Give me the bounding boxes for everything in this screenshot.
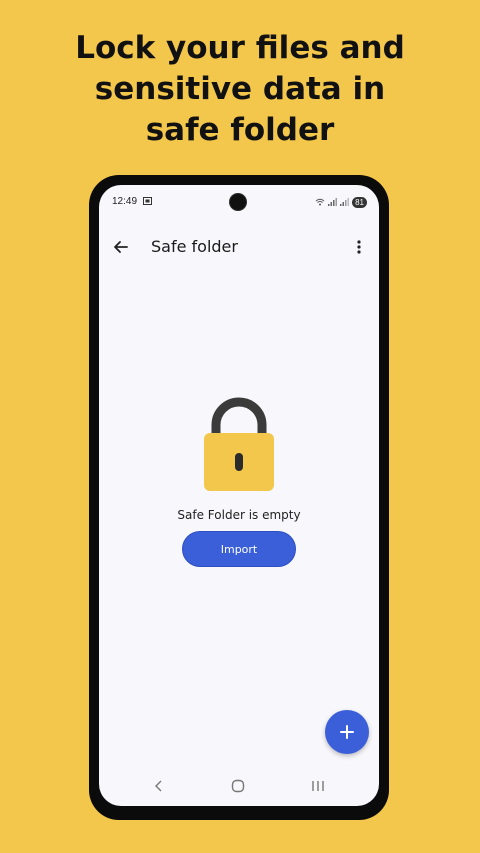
back-arrow-icon[interactable] bbox=[111, 237, 131, 257]
nav-home-icon[interactable] bbox=[231, 779, 245, 793]
app-bar: Safe folder bbox=[99, 229, 379, 265]
battery-indicator: 81 bbox=[352, 196, 367, 208]
add-fab-button[interactable] bbox=[325, 710, 369, 754]
empty-state-message: Safe Folder is empty bbox=[177, 508, 301, 522]
signal-icon bbox=[328, 198, 338, 206]
more-vert-icon[interactable] bbox=[353, 237, 365, 257]
lock-icon bbox=[204, 397, 274, 491]
wifi-icon bbox=[315, 198, 325, 206]
headline-line-1: Lock your files and bbox=[75, 30, 405, 66]
status-indicators: 81 bbox=[315, 196, 367, 208]
nav-recents-icon[interactable] bbox=[310, 779, 326, 793]
nav-back-icon[interactable] bbox=[153, 779, 165, 793]
page-title: Safe folder bbox=[151, 237, 238, 256]
plus-icon bbox=[340, 725, 354, 739]
phone-frame: 12:49 81 Safe folder Safe Folder is empt… bbox=[89, 175, 389, 820]
promo-headline: Lock your files and sensitive data in sa… bbox=[0, 28, 480, 151]
headline-line-2: sensitive data in bbox=[94, 71, 386, 107]
phone-screen: 12:49 81 Safe folder Safe Folder is empt… bbox=[99, 185, 379, 806]
import-button[interactable]: Import bbox=[182, 531, 296, 567]
status-time: 12:49 bbox=[112, 196, 138, 207]
screenshot-icon bbox=[143, 197, 152, 205]
status-bar: 12:49 81 bbox=[99, 185, 379, 219]
signal-icon-2 bbox=[340, 198, 350, 206]
headline-line-3: safe folder bbox=[145, 112, 335, 148]
front-camera bbox=[230, 194, 246, 210]
system-nav-bar bbox=[99, 766, 379, 806]
